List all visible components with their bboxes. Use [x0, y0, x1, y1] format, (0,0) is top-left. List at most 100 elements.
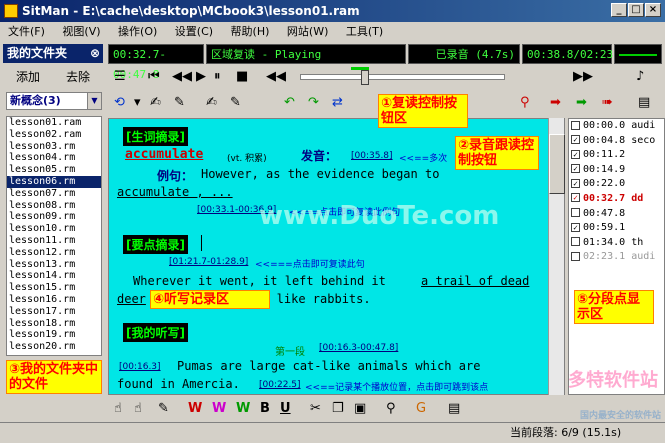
line2-time-link[interactable]: [00:22.5]: [259, 380, 301, 390]
bold-icon[interactable]: B: [260, 398, 270, 420]
forward-icon[interactable]: ▶▶: [573, 66, 593, 88]
list-item[interactable]: lesson02.ram: [7, 129, 101, 141]
pause-icon[interactable]: ⏸: [214, 66, 221, 88]
list-item[interactable]: lesson18.rm: [7, 318, 101, 330]
insert-time-icon[interactable]: ☝: [114, 398, 122, 420]
menu-help[interactable]: 帮助(H): [231, 25, 270, 38]
list-item[interactable]: lesson12.rm: [7, 247, 101, 259]
line1-time-link[interactable]: [00:16.3]: [119, 362, 161, 372]
list-item[interactable]: lesson04.rm: [7, 152, 101, 164]
insert-range-icon[interactable]: ☝: [134, 398, 142, 420]
segment-checkbox[interactable]: ✓: [571, 222, 580, 232]
add-button[interactable]: 添加: [16, 68, 40, 85]
list-item[interactable]: lesson17.rm: [7, 306, 101, 318]
loop-icon[interactable]: ⟲: [114, 92, 125, 114]
options-icon[interactable]: ▤: [638, 92, 650, 114]
segment-row[interactable]: ✓ 00:14.9: [569, 163, 664, 178]
playback-record-icon[interactable]: ➡: [576, 92, 587, 114]
pron-time-link[interactable]: [00:35.8]: [351, 151, 393, 161]
list-item[interactable]: lesson07.rm: [7, 188, 101, 200]
list-item[interactable]: lesson11.rm: [7, 235, 101, 247]
segment-row[interactable]: ✓ 00:04.8 seco: [569, 134, 664, 149]
list-item[interactable]: lesson20.rm: [7, 341, 101, 353]
record-icon[interactable]: ➡: [550, 92, 561, 114]
list-item[interactable]: lesson05.rm: [7, 164, 101, 176]
remove-button[interactable]: 去除: [66, 68, 90, 85]
segment-checkbox[interactable]: ✓: [571, 178, 580, 188]
previous-icon[interactable]: ⏮: [148, 66, 160, 88]
category-select[interactable]: 新概念(3) ▼: [6, 92, 102, 110]
list-item[interactable]: lesson03.rm: [7, 141, 101, 153]
menu-settings[interactable]: 设置(C): [175, 25, 213, 38]
paste-icon[interactable]: ▣: [354, 398, 366, 420]
list-item[interactable]: lesson10.rm: [7, 223, 101, 235]
color-green-icon[interactable]: W: [236, 398, 250, 420]
list-item[interactable]: lesson13.rm: [7, 259, 101, 271]
list-item[interactable]: lesson15.rm: [7, 282, 101, 294]
repeat-next-icon[interactable]: ⇄: [332, 92, 343, 114]
list-item[interactable]: lesson19.rm: [7, 329, 101, 341]
segment-row[interactable]: 01:34.0 th: [569, 236, 664, 251]
mark-a-icon[interactable]: ✍: [150, 92, 161, 114]
insert-marker-icon[interactable]: ✎: [158, 398, 169, 420]
mark-c-icon[interactable]: ✍: [206, 92, 217, 114]
list-item[interactable]: lesson08.rm: [7, 200, 101, 212]
menu-operate[interactable]: 操作(O): [118, 25, 157, 38]
menu-tools[interactable]: 工具(T): [346, 25, 383, 38]
compare-icon[interactable]: ➠: [602, 92, 613, 114]
segment-row[interactable]: 02:23.1 audi: [569, 250, 664, 265]
segment-checkbox[interactable]: [571, 120, 580, 130]
file-list[interactable]: lesson01.ram lesson02.ram lesson03.rm le…: [6, 116, 102, 356]
close-button[interactable]: ×: [645, 3, 661, 17]
maximize-button[interactable]: □: [628, 3, 644, 17]
color-red-icon[interactable]: W: [188, 398, 202, 420]
segment-checkbox[interactable]: [571, 237, 580, 247]
stop-icon[interactable]: ■: [236, 66, 248, 88]
options-icon[interactable]: ▤: [448, 398, 460, 420]
color-magenta-icon[interactable]: W: [212, 398, 226, 420]
play-icon[interactable]: ▶: [196, 66, 206, 88]
segment-checkbox[interactable]: ✓: [571, 164, 580, 174]
menu-icon[interactable]: ☰: [114, 66, 126, 88]
segment-row[interactable]: ✓ 00:22.0: [569, 177, 664, 192]
segment-checkbox[interactable]: ✓: [571, 149, 580, 159]
list-item-selected[interactable]: lesson06.rm: [7, 175, 101, 188]
volume-icon[interactable]: ♪: [636, 66, 644, 88]
segment-checkbox[interactable]: [571, 208, 580, 218]
segment-checkbox[interactable]: ✓: [571, 135, 580, 145]
segment-row[interactable]: 00:47.8: [569, 207, 664, 222]
points-time-link[interactable]: [01:21.7-01:28.9]: [169, 257, 248, 267]
seek-slider[interactable]: [300, 67, 505, 85]
mark-d-icon[interactable]: ✎: [230, 92, 241, 114]
segment-row[interactable]: ✓ 00:11.2: [569, 148, 664, 163]
menu-website[interactable]: 网站(W): [287, 25, 328, 38]
microphone-icon[interactable]: ⚲: [520, 92, 530, 114]
menu-view[interactable]: 视图(V): [62, 25, 100, 38]
segment-checkbox[interactable]: ✓: [571, 193, 580, 203]
repeat-icon[interactable]: ↷: [308, 92, 319, 114]
mark-b-icon[interactable]: ✎: [174, 92, 185, 114]
vertical-scrollbar[interactable]: [548, 118, 565, 395]
repeat-prev-icon[interactable]: ↶: [284, 92, 295, 114]
rewind-icon[interactable]: ◀◀: [172, 66, 192, 88]
segment-row[interactable]: ✓ 00:59.1: [569, 221, 664, 236]
chevron-down-icon[interactable]: ▼: [87, 93, 101, 109]
scroll-thumb[interactable]: [549, 134, 565, 194]
find-icon[interactable]: ⚲: [386, 398, 396, 420]
segment-list[interactable]: 00:00.0 audi ✓ 00:04.8 seco ✓ 00:11.2 ✓ 00:…: [568, 118, 665, 395]
close-icon[interactable]: ⊗: [90, 44, 100, 63]
goto-icon[interactable]: G: [416, 398, 426, 420]
copy-icon[interactable]: ❐: [332, 398, 344, 420]
segment-time-link[interactable]: [00:16.3-00:47.8]: [319, 343, 398, 353]
cut-icon[interactable]: ✂: [310, 398, 321, 420]
back-icon[interactable]: ◀◀: [266, 66, 286, 88]
underline-icon[interactable]: U: [280, 398, 291, 420]
chevron-down-icon[interactable]: ▾: [134, 92, 141, 114]
list-item[interactable]: lesson14.rm: [7, 270, 101, 282]
menu-file[interactable]: 文件(F): [8, 25, 45, 38]
list-item[interactable]: lesson09.rm: [7, 211, 101, 223]
list-item[interactable]: lesson01.ram: [7, 117, 101, 129]
seek-thumb[interactable]: [361, 70, 369, 85]
segment-checkbox[interactable]: [571, 251, 580, 261]
segment-row[interactable]: 00:00.0 audi: [569, 119, 664, 134]
